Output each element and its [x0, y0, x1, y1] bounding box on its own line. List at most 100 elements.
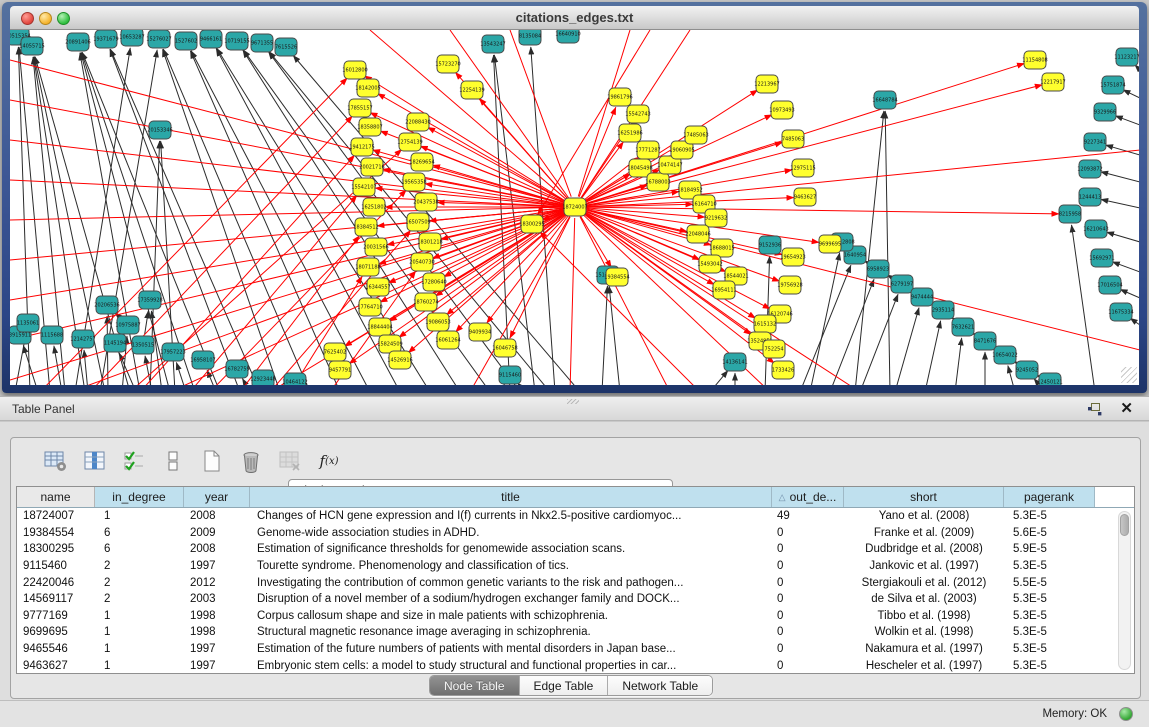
graph-node[interactable]: 18071188: [355, 258, 380, 276]
graph-edge[interactable]: [885, 111, 890, 385]
table-settings-icon[interactable]: [43, 448, 69, 474]
graph-edge[interactable]: [585, 212, 770, 309]
graph-node[interactable]: 15692971: [1089, 249, 1114, 267]
row-height-icon[interactable]: [160, 448, 186, 474]
graph-node[interactable]: 11675334: [1108, 303, 1133, 321]
graph-node[interactable]: 1350515: [132, 336, 154, 354]
column-header-in_degree[interactable]: in_degree: [95, 487, 184, 507]
graph-node[interactable]: 9463627: [794, 188, 816, 206]
graph-node[interactable]: 17485063: [683, 126, 708, 144]
graph-node[interactable]: 20540730: [409, 253, 434, 271]
graph-edge[interactable]: [84, 350, 88, 385]
graph-node[interactable]: 18301218: [417, 233, 442, 251]
graph-node[interactable]: 16251986: [617, 124, 642, 142]
graph-node[interactable]: 1615132: [754, 315, 776, 333]
graph-node[interactable]: 20891406: [65, 33, 90, 51]
graph-node[interactable]: 15542743: [625, 105, 650, 123]
graph-node[interactable]: 15493042: [697, 255, 722, 273]
graph-edge[interactable]: [10, 210, 564, 380]
select-all-icon[interactable]: [121, 448, 147, 474]
delete-icon[interactable]: [238, 448, 264, 474]
graph-node[interactable]: 2935114: [932, 301, 954, 319]
graph-edge[interactable]: [163, 49, 310, 385]
graph-node[interactable]: 18269654: [409, 153, 434, 171]
graph-node[interactable]: 12217917: [1040, 73, 1065, 91]
graph-node[interactable]: 9671355: [251, 34, 273, 52]
graph-node[interactable]: 12254139: [459, 81, 484, 99]
graph-node[interactable]: 19412175: [349, 138, 374, 156]
graph-node[interactable]: 15751874: [1100, 76, 1125, 94]
graph-node[interactable]: 1527602: [175, 32, 197, 50]
graph-node[interactable]: 6958923: [867, 260, 889, 278]
graph-node[interactable]: 17016504: [1097, 276, 1122, 294]
graph-edge[interactable]: [1072, 225, 1095, 385]
graph-node[interactable]: 14136141: [722, 353, 747, 371]
graph-edge[interactable]: [176, 362, 186, 385]
column-header-pagerank[interactable]: pagerank: [1004, 487, 1095, 507]
graph-node[interactable]: 9457791: [329, 361, 351, 379]
table-row[interactable]: 1456911722003Disruption of a novel membe…: [17, 591, 1134, 608]
float-panel-icon[interactable]: [1087, 402, 1103, 416]
graph-edge[interactable]: [1101, 199, 1139, 208]
graph-edge[interactable]: [1107, 232, 1139, 242]
graph-node[interactable]: 1145194: [104, 334, 126, 352]
graph-edge[interactable]: [578, 30, 630, 196]
graph-node[interactable]: 10975887: [115, 316, 140, 334]
table-row[interactable]: 1872400712008Changes of HCN gene express…: [17, 508, 1134, 525]
vertical-scrollbar[interactable]: [1118, 511, 1131, 670]
table-row[interactable]: 946554611997Estimation of the future num…: [17, 641, 1134, 658]
graph-node[interactable]: 1733426: [772, 361, 794, 379]
graph-edge[interactable]: [217, 48, 430, 385]
graph-node[interactable]: 14055715: [19, 37, 44, 55]
tab-edge-table[interactable]: Edge Table: [520, 676, 609, 695]
graph-edge[interactable]: [1112, 262, 1139, 272]
graph-node[interactable]: 11123217: [1114, 48, 1139, 66]
graph-node[interactable]: 16061264: [435, 331, 460, 349]
graph-node[interactable]: 752254: [763, 340, 785, 358]
graph-node[interactable]: 20437538: [413, 193, 438, 211]
graph-edge[interactable]: [10, 207, 564, 220]
graph-node[interactable]: 15723270: [435, 55, 460, 73]
table-row[interactable]: 1938455462009Genome-wide association stu…: [17, 525, 1134, 542]
graph-edge[interactable]: [1008, 366, 1015, 385]
graph-edge[interactable]: [800, 265, 851, 385]
graph-node[interactable]: 8215958: [1059, 205, 1081, 223]
graph-edge[interactable]: [1106, 145, 1139, 155]
graph-node[interactable]: 20153346: [147, 121, 172, 139]
graph-node[interactable]: 18142005: [355, 79, 380, 97]
graph-node[interactable]: 18844404: [367, 318, 392, 336]
graph-edge[interactable]: [500, 384, 504, 385]
graph-node[interactable]: 16648784: [872, 91, 897, 109]
graph-node[interactable]: 17771287: [635, 141, 660, 159]
graph-node[interactable]: 12923448: [250, 370, 275, 385]
graph-node[interactable]: 16640910: [555, 30, 580, 43]
graph-node[interactable]: 9409934: [469, 323, 491, 341]
graph-edge[interactable]: [609, 286, 620, 385]
graph-node[interactable]: 7485063: [782, 130, 804, 148]
graph-node[interactable]: 19654923: [780, 248, 805, 266]
column-header-name[interactable]: name: [17, 487, 95, 507]
graph-node[interactable]: 9115460: [499, 366, 521, 384]
graph-node[interactable]: 10719155: [224, 32, 249, 50]
graph-node[interactable]: 19861796: [607, 88, 632, 106]
graph-node[interactable]: 16344557: [365, 278, 390, 296]
tab-network-table[interactable]: Network Table: [608, 676, 712, 695]
graph-node[interactable]: 7615526: [275, 38, 297, 56]
graph-node[interactable]: 1115688: [41, 326, 63, 344]
graph-edge[interactable]: [570, 218, 575, 385]
scrollbar-thumb[interactable]: [1120, 514, 1129, 536]
graph-node[interactable]: 22048046: [685, 225, 710, 243]
graph-edge[interactable]: [10, 180, 564, 206]
graph-node[interactable]: 16012800: [342, 61, 367, 79]
function-builder-icon[interactable]: f(x): [316, 448, 342, 474]
column-header-year[interactable]: year: [184, 487, 250, 507]
network-canvas[interactable]: 2051535414055715208914061937167910653287…: [10, 30, 1139, 385]
column-header-short[interactable]: short: [844, 487, 1004, 507]
graph-node[interactable]: 20031566: [363, 238, 388, 256]
graph-node[interactable]: 12213967: [754, 75, 779, 93]
column-header-out_de[interactable]: △out_de...: [772, 487, 844, 507]
graph-edge[interactable]: [860, 294, 898, 385]
graph-node[interactable]: 16251802: [361, 198, 386, 216]
column-header-title[interactable]: title: [250, 487, 772, 507]
graph-edge[interactable]: [925, 321, 941, 385]
